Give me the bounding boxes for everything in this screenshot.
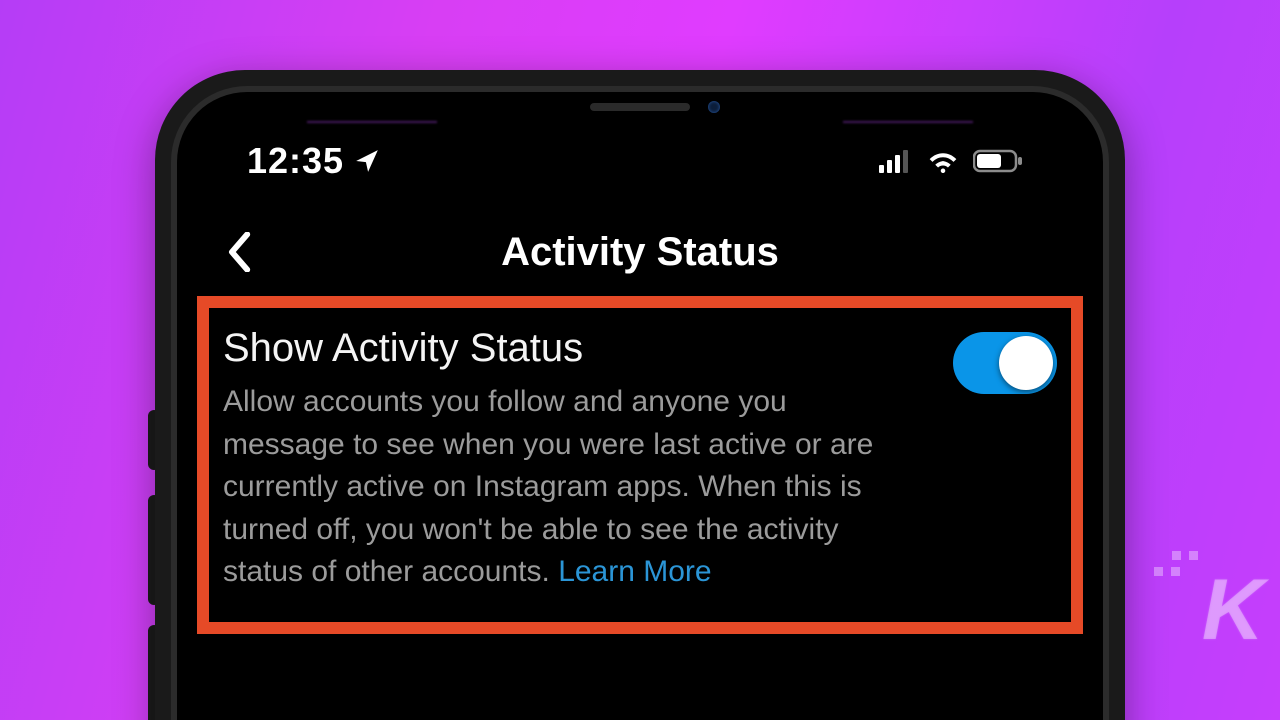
phone-frame: 12:35 (155, 70, 1125, 720)
watermark-dots (1172, 551, 1198, 560)
chevron-left-icon (225, 232, 253, 272)
watermark-letter: K (1202, 562, 1260, 658)
status-time: 12:35 (247, 140, 344, 182)
phone-bezel: 12:35 (171, 86, 1109, 720)
wifi-icon (927, 140, 959, 182)
setting-title: Show Activity Status (223, 326, 913, 371)
page-header: Activity Status (177, 222, 1103, 282)
speaker-grille (590, 103, 690, 111)
front-camera (708, 101, 720, 113)
learn-more-link[interactable]: Learn More (558, 555, 711, 588)
setting-row: Show Activity Status Allow accounts you … (223, 326, 1057, 594)
watermark: K (1202, 561, 1260, 660)
glow-line (843, 121, 973, 123)
activity-status-toggle[interactable] (953, 332, 1057, 394)
toggle-knob (999, 336, 1053, 390)
glow-line (307, 121, 437, 123)
setting-description-text: Allow accounts you follow and anyone you… (223, 385, 873, 588)
phone-notch (500, 92, 780, 122)
page-title: Activity Status (501, 230, 779, 275)
highlight-annotation-box: Show Activity Status Allow accounts you … (197, 296, 1083, 634)
location-arrow-icon (354, 148, 380, 174)
back-button[interactable] (217, 230, 261, 274)
battery-icon (973, 140, 1023, 182)
phone-screen: 12:35 (177, 92, 1103, 720)
setting-description: Allow accounts you follow and anyone you… (223, 381, 913, 594)
status-bar: 12:35 (177, 140, 1103, 182)
cellular-signal-icon (879, 140, 913, 182)
